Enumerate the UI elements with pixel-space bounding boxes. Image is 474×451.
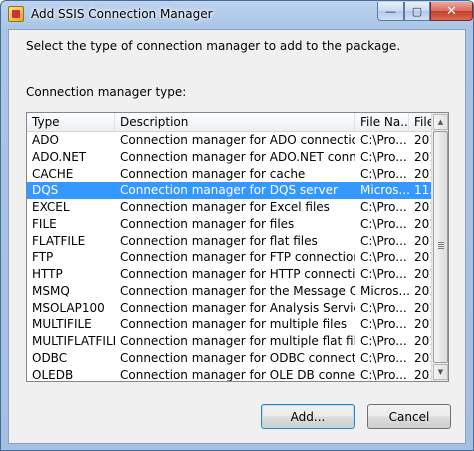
scrollbar-grip-icon xyxy=(438,242,444,249)
cell-type: ADO xyxy=(32,133,59,147)
list-item[interactable]: MULTIFILE Connection manager for multiple… xyxy=(27,316,439,333)
cell-file-name: C:\Pro... xyxy=(360,166,407,181)
cell-description: Connection manager for multiple files xyxy=(120,317,348,332)
list-label: Connection manager type: xyxy=(26,85,187,99)
cell-description: Connection manager for files xyxy=(120,216,295,231)
cell-description: Connection manager for ADO.NET connectio… xyxy=(120,149,355,164)
cell-type: MSOLAP100 xyxy=(32,300,105,315)
cell-type: CACHE xyxy=(32,166,74,181)
cancel-button[interactable]: Cancel xyxy=(367,404,451,429)
cell-file-name: C:\Pro... xyxy=(360,300,407,315)
list-item[interactable]: EXCEL Connection manager for Excel files C… xyxy=(27,199,439,216)
cell-description: Connection manager for DQS server xyxy=(120,183,338,198)
dialog-window: Add SSIS Connection Manager — ▢ ✕ Select… xyxy=(0,0,474,451)
list-item[interactable]: OLEDB Connection manager for OLE DB conne… xyxy=(27,367,439,382)
cell-type: HTTP xyxy=(32,267,63,281)
cell-type: MULTIFLATFILE xyxy=(32,334,115,348)
cell-description: Connection manager for OLE DB connection… xyxy=(120,367,355,382)
column-header-file-name[interactable]: File Na... xyxy=(355,113,409,131)
list-item[interactable]: ADO.NET Connection manager for ADO.NET co… xyxy=(27,149,439,166)
title-bar[interactable]: Add SSIS Connection Manager — ▢ ✕ xyxy=(1,1,473,29)
column-header-description[interactable]: Description xyxy=(115,113,355,131)
scroll-down-arrow-icon[interactable]: ▼ xyxy=(433,364,448,380)
cell-type: FILE xyxy=(32,216,57,231)
cell-type: MULTIFILE xyxy=(32,317,92,332)
cell-file-name: C:\Pro... xyxy=(360,149,407,164)
minimize-button[interactable]: — xyxy=(377,2,404,21)
ssis-app-icon xyxy=(8,6,24,22)
cell-file-name: Micros... xyxy=(360,283,409,298)
list-item[interactable]: FLATFILE Connection manager for flat file… xyxy=(27,233,439,250)
cell-file-name: C:\Pro... xyxy=(360,334,407,348)
list-item[interactable]: FILE Connection manager for files C:\Pro..… xyxy=(27,216,439,233)
cell-description: Connection manager for ODBC connections xyxy=(120,350,355,365)
list-item[interactable]: CACHE Connection manager for cache C:\Pro.… xyxy=(27,166,439,183)
dialog-body: Select the type of connection manager to… xyxy=(8,29,466,444)
cell-file-name: C:\Pro... xyxy=(360,216,407,231)
cell-description: Connection manager for Excel files xyxy=(120,200,330,214)
cell-type: ADO.NET xyxy=(32,149,87,164)
window-title: Add SSIS Connection Manager xyxy=(31,7,213,21)
list-item[interactable]: MSMQ Connection manager for the Message Q… xyxy=(27,283,439,300)
list-item[interactable]: HTTP Connection manager for HTTP connecti… xyxy=(27,266,439,283)
cell-type: EXCEL xyxy=(32,200,70,214)
cell-file-name: C:\Pro... xyxy=(360,133,407,147)
cell-description: Connection manager for FTP connections xyxy=(120,250,355,265)
close-button[interactable]: ✕ xyxy=(430,2,473,21)
cell-type: FLATFILE xyxy=(32,233,86,248)
column-header-type[interactable]: Type xyxy=(27,113,115,131)
instruction-text: Select the type of connection manager to… xyxy=(26,39,401,53)
add-button[interactable]: Add... xyxy=(261,404,355,429)
cell-file-name: C:\Pro... xyxy=(360,267,407,281)
cell-description: Connection manager for ADO connections xyxy=(120,133,355,147)
list-item[interactable]: FTP Connection manager for FTP connection… xyxy=(27,249,439,266)
cell-file-name: Micros... xyxy=(360,183,409,198)
cell-description: Connection manager for flat files xyxy=(120,233,318,248)
list-rows: ADO Connection manager for ADO connection… xyxy=(27,132,439,382)
cell-file-name: C:\Pro... xyxy=(360,200,407,214)
cell-type: MSMQ xyxy=(32,283,70,298)
list-item[interactable]: ODBC Connection manager for ODBC connecti… xyxy=(27,350,439,367)
list-item[interactable]: ADO Connection manager for ADO connection… xyxy=(27,132,439,149)
list-item[interactable]: MSOLAP100 Connection manager for Analysis… xyxy=(27,300,439,317)
maximize-button[interactable]: ▢ xyxy=(404,2,430,21)
cell-description: Connection manager for Analysis Services… xyxy=(120,300,355,315)
cell-file-name: C:\Pro... xyxy=(360,250,407,265)
connection-type-list[interactable]: Type Description File Na... File V ADO Co… xyxy=(26,112,449,382)
cell-description: Connection manager for HTTP connections xyxy=(120,267,355,281)
cell-file-name: C:\Pro... xyxy=(360,233,407,248)
cell-description: Connection manager for the Message Queue… xyxy=(120,283,355,298)
cell-type: FTP xyxy=(32,250,54,265)
list-item[interactable]: MULTIFLATFILE Connection manager for mult… xyxy=(27,333,439,350)
list-header: Type Description File Na... File V xyxy=(27,113,439,132)
cell-type: OLEDB xyxy=(32,367,74,382)
cell-type: DQS xyxy=(32,183,59,198)
cell-description: Connection manager for multiple flat fil… xyxy=(120,334,355,348)
cell-description: Connection manager for cache xyxy=(120,166,306,181)
cell-file-name: C:\Pro... xyxy=(360,317,407,332)
scroll-up-arrow-icon[interactable]: ▲ xyxy=(433,114,448,130)
cell-file-name: C:\Pro... xyxy=(360,350,407,365)
vertical-scrollbar[interactable]: ▲ ▼ xyxy=(431,113,448,381)
scrollbar-thumb[interactable] xyxy=(433,131,448,363)
cell-file-name: C:\Pro... xyxy=(360,367,407,382)
cell-type: ODBC xyxy=(32,350,68,365)
list-item[interactable]: DQS Connection manager for DQS server Micr… xyxy=(27,182,439,199)
